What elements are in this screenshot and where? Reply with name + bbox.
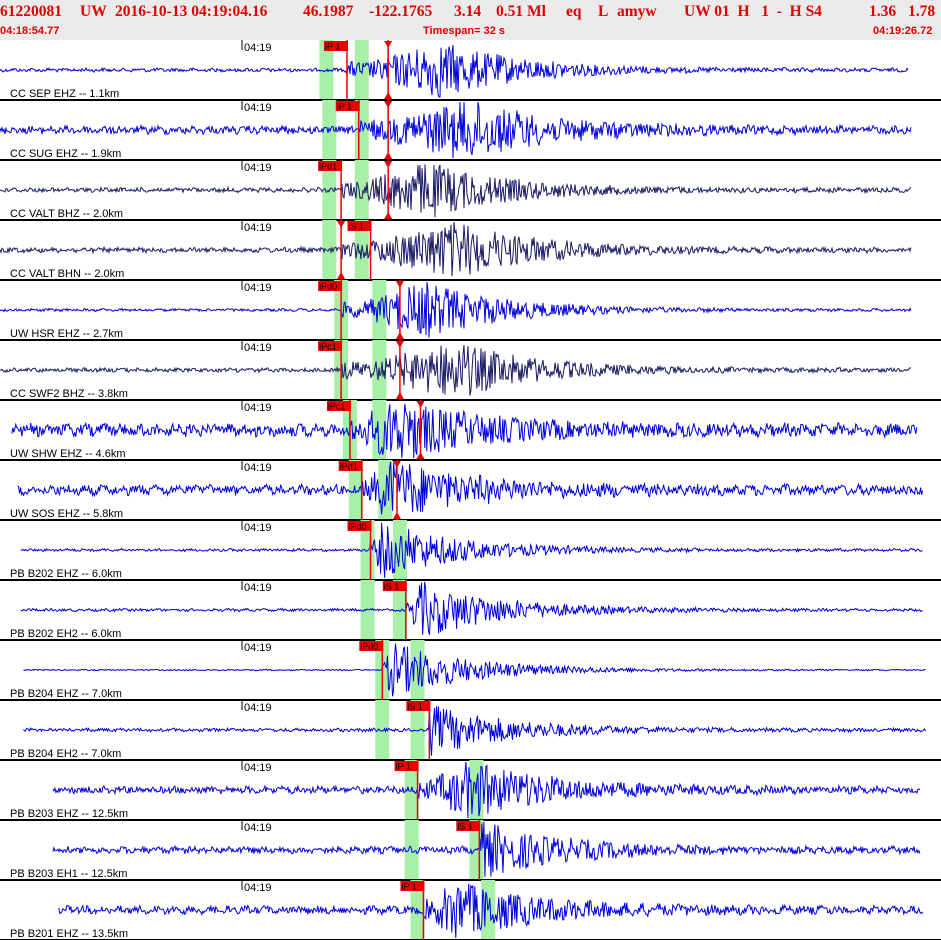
pick-label: iP 1 (337, 102, 352, 112)
station-label: CC VALT BHN -- 2.0km (10, 268, 124, 280)
station-label: PB B202 EHZ -- 6.0km (10, 568, 122, 580)
pick-label: iP 1 (396, 762, 411, 772)
pick-marker-down (384, 161, 393, 168)
time-tick-label: 04:19 (244, 702, 272, 714)
pick-label: iS 1 (457, 822, 473, 832)
waveform-trace (0, 45, 909, 98)
waveform-trace (0, 164, 912, 218)
station-label: PB B204 EHZ -- 7.0km (10, 688, 122, 700)
pick-marker-up (416, 452, 425, 459)
pick-marker-up (395, 332, 404, 339)
time-tick-label: 04:19 (244, 42, 272, 54)
time-tick-label: 04:19 (244, 222, 272, 234)
time-tick-label: 04:19 (244, 282, 272, 294)
station-label: PB B203 EH1 -- 12.5km (10, 868, 127, 880)
pick-label: iS 1 (384, 582, 400, 592)
waveform-trace (11, 404, 918, 459)
pick-marker-up (337, 272, 346, 279)
pick-marker-up (392, 512, 401, 519)
pick-marker-down (416, 401, 425, 408)
waveform-trace (23, 705, 926, 756)
pick-marker-down (384, 41, 393, 48)
time-tick-label: 04:19 (244, 162, 272, 174)
waveform-trace (52, 821, 921, 877)
pick-label: iPd1 (340, 462, 358, 472)
station-label: CC SUG EHZ -- 1.9km (10, 148, 121, 160)
pick-marker-down (384, 101, 393, 108)
station-label: PB B202 EH2 -- 6.0km (10, 628, 121, 640)
pick-label: iS 1 (407, 702, 423, 712)
waveform-trace (20, 581, 923, 635)
waveform-trace (0, 345, 912, 396)
time-tick-label: 04:19 (244, 642, 272, 654)
waveform-trace (0, 282, 912, 338)
waveform-trace (52, 761, 921, 819)
pick-label: iPd0 (360, 642, 378, 652)
station-label: PB B201 EHZ -- 13.5km (10, 928, 128, 940)
waveform-trace (0, 221, 912, 277)
station-label: UW SHW EHZ -- 4.6km (10, 448, 126, 460)
pick-label: iPd0 (349, 522, 367, 532)
pick-label: iPd0 (319, 282, 337, 292)
pick-label: iPc1 (328, 402, 346, 412)
waveform-trace (23, 643, 926, 697)
station-label: CC VALT BHZ -- 2.0km (10, 208, 123, 220)
station-label: CC SWF2 BHZ -- 3.8km (10, 388, 128, 400)
pick-marker-up (384, 152, 393, 159)
waveform-trace (20, 522, 923, 578)
pick-label: iPd1 (319, 162, 337, 172)
pick-label: iPc1 (319, 342, 337, 352)
time-tick-label: 04:19 (244, 402, 272, 414)
station-label: UW SOS EHZ -- 5.8km (10, 508, 123, 520)
pick-marker-up (395, 392, 404, 399)
waveform-trace (17, 461, 924, 515)
time-tick-label: 04:19 (244, 882, 272, 894)
phase-window (378, 460, 393, 520)
pick-label: iP 1 (401, 882, 416, 892)
time-tick-label: 04:19 (244, 462, 272, 474)
pick-marker-up (384, 212, 393, 219)
time-tick-label: 04:19 (244, 582, 272, 594)
time-tick-label: 04:19 (244, 342, 272, 354)
time-tick-label: 04:19 (244, 762, 272, 774)
pick-marker-down (337, 221, 346, 228)
station-label: PB B204 EH2 -- 7.0km (10, 748, 121, 760)
time-tick-label: 04:19 (244, 822, 272, 834)
station-label: CC SEP EHZ -- 1.1km (10, 88, 119, 100)
pick-label: iS 1 (349, 222, 365, 232)
pick-marker-down (395, 281, 404, 288)
time-tick-label: 04:19 (244, 522, 272, 534)
pick-marker-down (395, 341, 404, 348)
waveform-trace (0, 101, 912, 159)
time-tick-label: 04:19 (244, 102, 272, 114)
station-label: PB B203 EHZ -- 12.5km (10, 808, 128, 820)
station-label: UW HSR EHZ -- 2.7km (10, 328, 123, 340)
seismogram-plot: 04:19 iP 1 CC SEP EHZ -- 1.1km 04:19 iP 1 CC … (0, 40, 941, 940)
pick-label: iP 1 (325, 42, 340, 52)
pick-marker-up (384, 92, 393, 99)
